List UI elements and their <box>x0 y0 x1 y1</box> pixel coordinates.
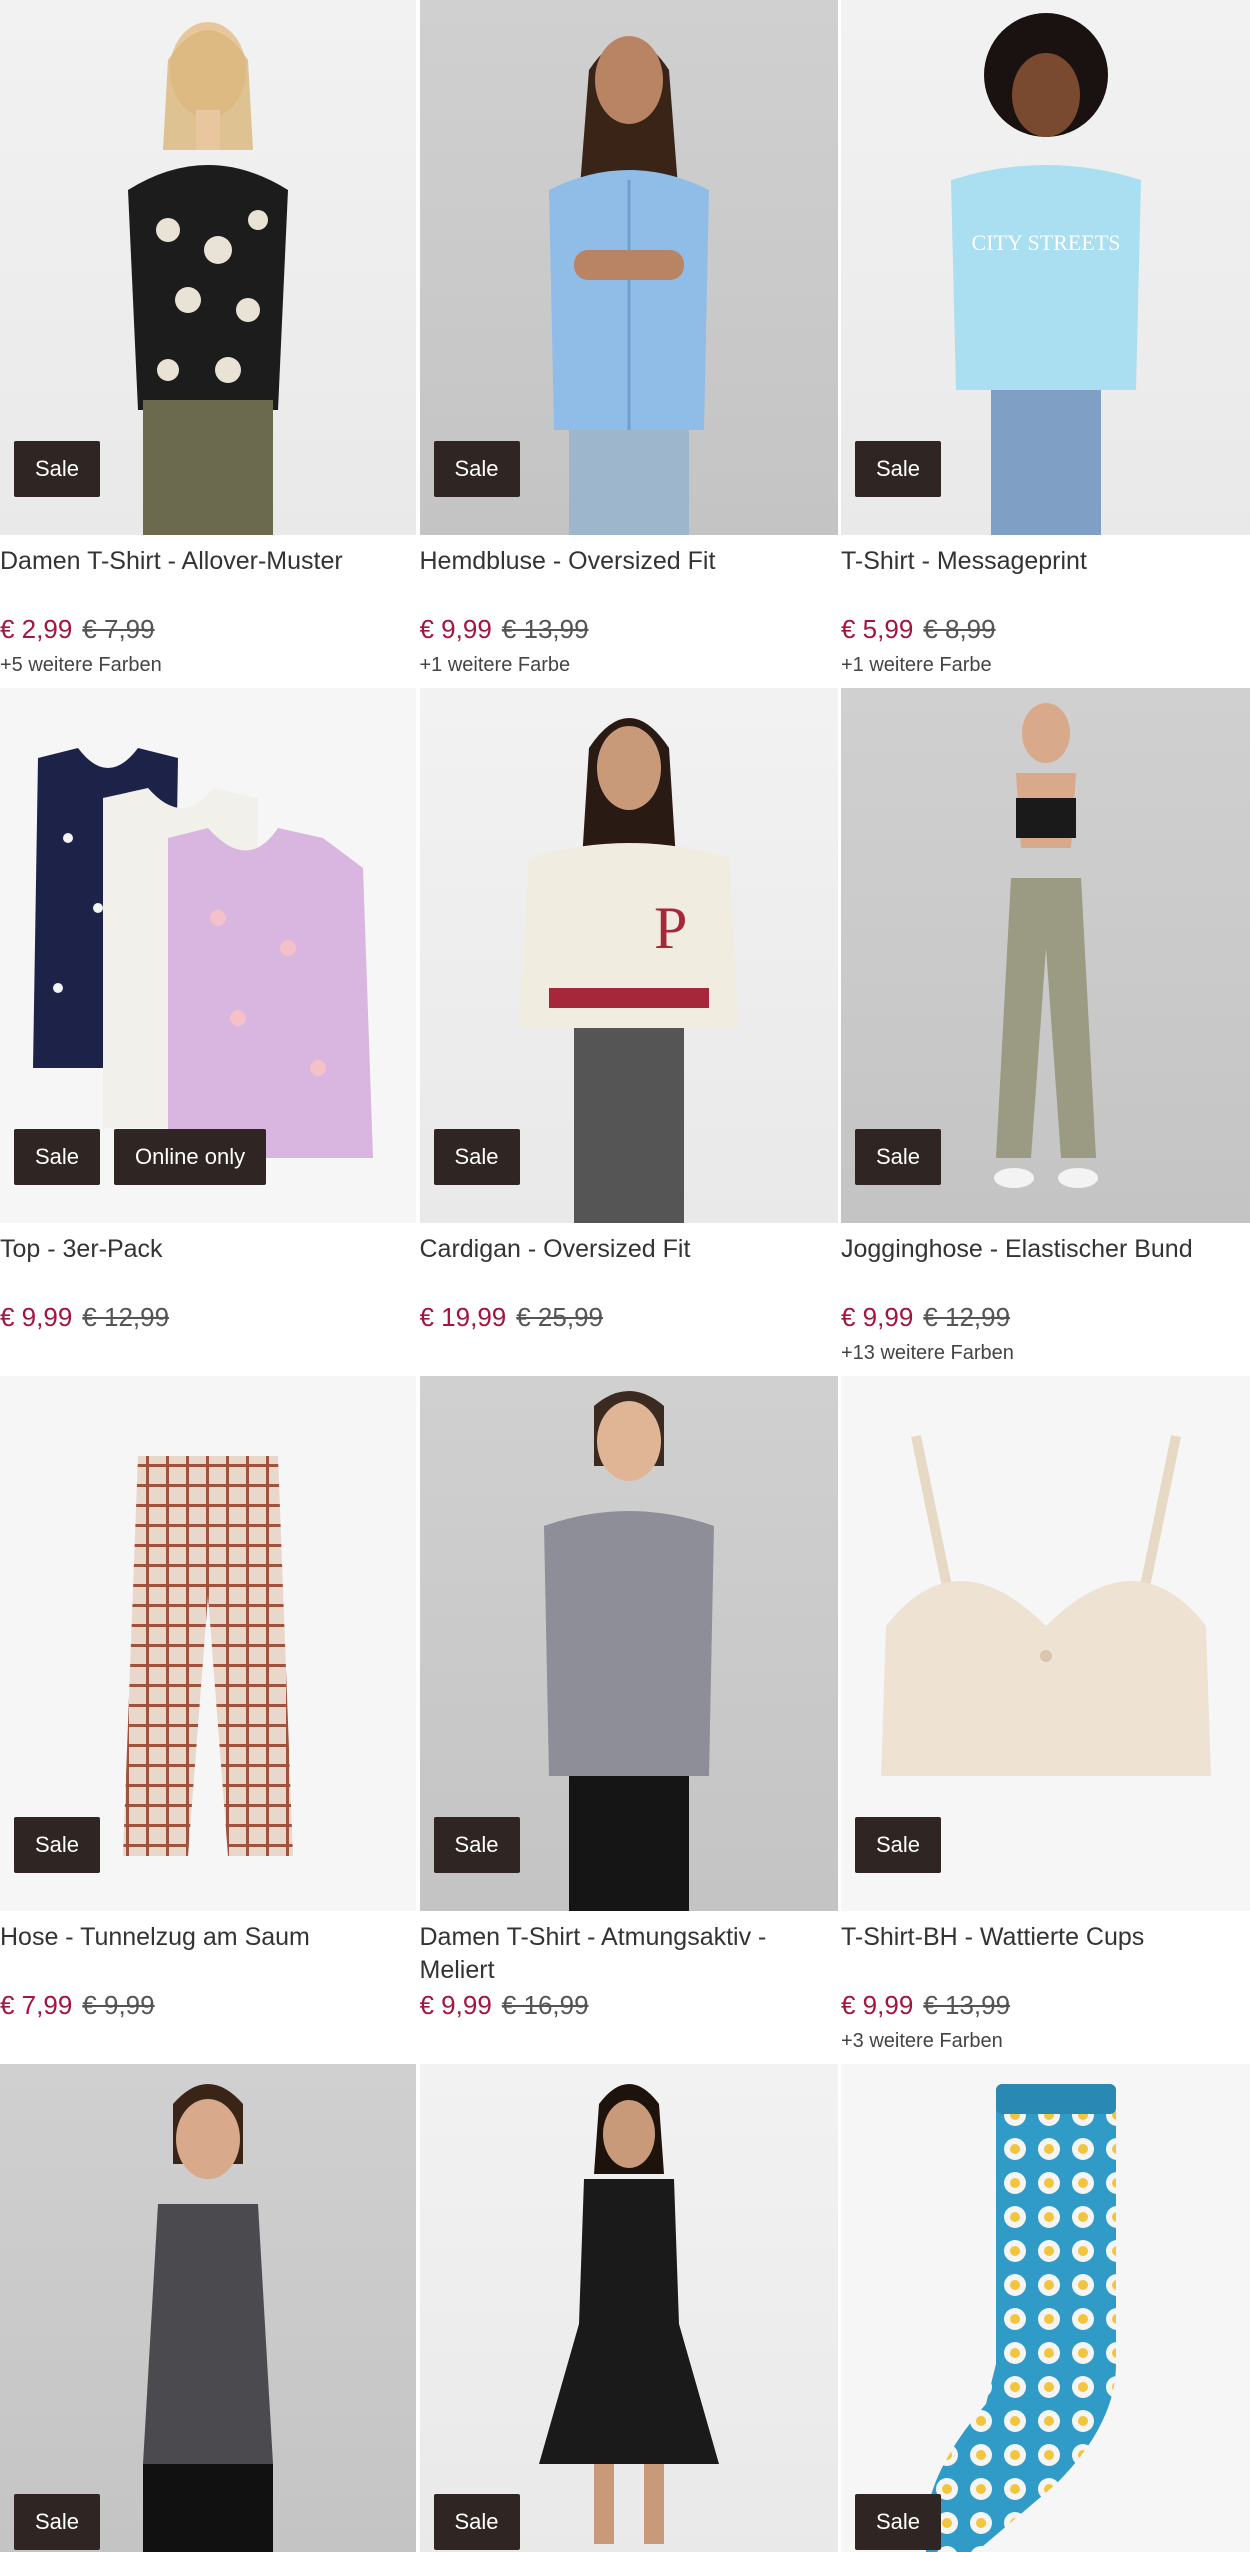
product-card[interactable]: CITY STREETS Sale T-Shirt - Messageprint… <box>841 0 1250 688</box>
product-title[interactable]: Damen T-Shirt - Atmungsaktiv - Meliert <box>420 1921 838 1987</box>
sale-price: € 5,99 <box>841 614 914 644</box>
product-title[interactable]: T-Shirt-BH - Wattierte Cups <box>841 1921 1250 1954</box>
product-card[interactable]: Sale T-Shirt-BH - Wattierte Cups € 9,99 €… <box>841 1376 1250 2064</box>
sale-price: € 9,99 <box>841 1990 914 2020</box>
product-title[interactable]: Hemdbluse - Oversized Fit <box>420 545 838 578</box>
sale-badge: Sale <box>14 2494 101 2550</box>
sale-price: € 9,99 <box>419 1990 492 2020</box>
sale-price: € 9,99 <box>419 614 492 644</box>
product-card[interactable]: Sale <box>419 2064 838 2552</box>
original-price: € 12,99 <box>82 1302 170 1332</box>
original-price: € 13,99 <box>923 1990 1011 2020</box>
sale-badge: Sale <box>14 441 101 497</box>
svg-text:P: P <box>654 895 687 961</box>
sale-badge: Sale <box>855 2494 942 2550</box>
product-card[interactable]: Sale <box>841 2064 1250 2552</box>
product-image[interactable]: CITY STREETS Sale <box>841 0 1250 535</box>
product-image[interactable]: Sale <box>419 0 838 535</box>
svg-text:CITY STREETS: CITY STREETS <box>971 230 1120 255</box>
product-image[interactable]: Sale <box>0 2064 416 2552</box>
color-count[interactable]: +5 weitere Farben <box>0 654 162 677</box>
product-card[interactable]: Sale Online only Top - 3er-Pack € 9,99 € … <box>0 688 416 1376</box>
sock-figure <box>924 2084 1116 2552</box>
color-count[interactable]: +1 weitere Farbe <box>841 654 992 677</box>
original-price: € 25,99 <box>516 1302 603 1332</box>
product-image[interactable]: Sale Online only <box>0 688 416 1223</box>
product-image[interactable]: Sale <box>419 2064 838 2552</box>
sale-badge: Sale <box>855 1817 942 1873</box>
product-card[interactable]: P Sale Cardigan - Oversized Fit € 19,99 €… <box>419 688 838 1376</box>
color-count[interactable]: +1 weitere Farbe <box>420 654 571 677</box>
sale-price: € 9,99 <box>0 1302 73 1332</box>
product-image[interactable]: Sale <box>841 2064 1250 2552</box>
sale-badge: Sale <box>433 1817 520 1873</box>
product-card[interactable]: Sale Jogginghose - Elastischer Bund € 9,… <box>841 688 1250 1376</box>
product-card[interactable]: Sale Damen T-Shirt - Atmungsaktiv - Meli… <box>419 1376 838 2064</box>
product-image[interactable]: Sale <box>841 1376 1250 1911</box>
sale-price: € 2,99 <box>0 614 73 644</box>
original-price: € 9,99 <box>82 1990 155 2020</box>
product-title[interactable]: Cardigan - Oversized Fit <box>420 1233 838 1266</box>
product-card[interactable]: Sale <box>0 2064 416 2552</box>
sale-badge: Sale <box>855 441 942 497</box>
model-figure <box>548 36 709 535</box>
sale-price: € 19,99 <box>419 1302 507 1332</box>
product-image[interactable]: Sale <box>0 1376 416 1911</box>
pants-figure <box>123 1456 293 1856</box>
color-count[interactable]: +13 weitere Farben <box>841 1342 1014 1365</box>
product-title[interactable]: Damen T-Shirt - Allover-Muster <box>0 545 416 578</box>
product-grid: Sale Damen T-Shirt - Allover-Muster € 2,… <box>0 0 1250 2552</box>
product-title[interactable]: Jogginghose - Elastischer Bund <box>841 1233 1250 1266</box>
product-card[interactable]: Sale Hemdbluse - Oversized Fit € 9,99 € 1… <box>419 0 838 688</box>
product-title[interactable]: Hose - Tunnelzug am Saum <box>0 1921 416 1954</box>
model-figure <box>538 2084 719 2544</box>
product-image[interactable]: Sale <box>841 688 1250 1223</box>
original-price: € 12,99 <box>923 1302 1011 1332</box>
product-title[interactable]: Top - 3er-Pack <box>0 1233 416 1266</box>
product-card[interactable]: Sale Damen T-Shirt - Allover-Muster € 2,… <box>0 0 416 688</box>
model-figure <box>143 2084 273 2552</box>
sale-badge: Sale <box>14 1817 101 1873</box>
color-count[interactable]: +3 weitere Farben <box>841 2030 1003 2053</box>
sale-badge: Sale <box>433 1129 520 1185</box>
original-price: € 16,99 <box>501 1990 589 2020</box>
original-price: € 8,99 <box>923 614 996 644</box>
product-image[interactable]: P Sale <box>419 688 838 1223</box>
product-image[interactable]: Sale <box>419 1376 838 1911</box>
sale-badge: Sale <box>14 1129 101 1185</box>
product-image[interactable]: Sale <box>0 0 416 535</box>
original-price: € 13,99 <box>501 614 589 644</box>
online-only-badge: Online only <box>114 1129 267 1185</box>
sale-badge: Sale <box>433 441 520 497</box>
sale-badge: Sale <box>433 2494 520 2550</box>
product-card[interactable]: Sale Hose - Tunnelzug am Saum € 7,99 € 9,… <box>0 1376 416 2064</box>
sale-price: € 7,99 <box>0 1990 73 2020</box>
product-title[interactable]: T-Shirt - Messageprint <box>841 545 1250 578</box>
sale-price: € 9,99 <box>841 1302 914 1332</box>
original-price: € 7,99 <box>82 614 155 644</box>
sale-badge: Sale <box>855 1129 942 1185</box>
model-figure <box>128 22 288 535</box>
